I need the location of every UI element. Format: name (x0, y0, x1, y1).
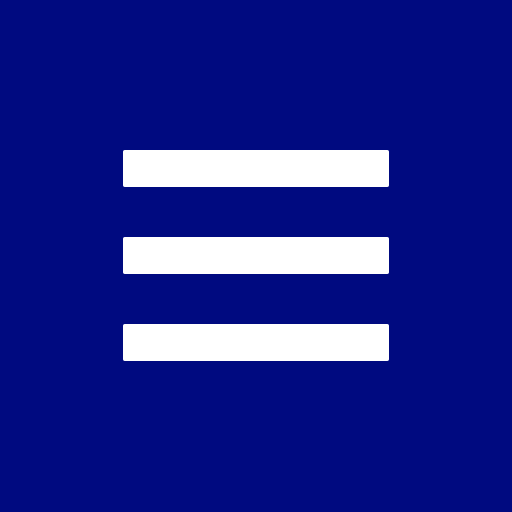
menu-button[interactable] (0, 0, 512, 512)
hamburger-menu-icon (123, 150, 389, 362)
hamburger-bar-top (123, 150, 389, 187)
hamburger-bar-bottom (123, 324, 389, 361)
hamburger-bar-middle (123, 237, 389, 274)
